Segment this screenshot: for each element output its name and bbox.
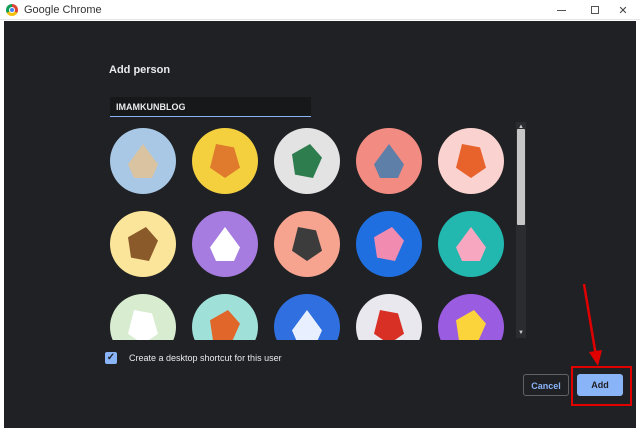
add-button-highlight — [571, 366, 632, 406]
person-name-input[interactable] — [110, 97, 311, 117]
avatar-fox[interactable] — [438, 128, 504, 194]
title-bar: Google Chrome ✕ — [0, 0, 640, 20]
avatar-bird[interactable] — [356, 294, 422, 340]
avatar-cheese[interactable] — [438, 294, 504, 340]
close-button[interactable]: ✕ — [606, 0, 640, 20]
avatar-butterfly[interactable] — [356, 211, 422, 277]
avatar-rabbit[interactable] — [438, 211, 504, 277]
scroll-thumb[interactable] — [517, 129, 525, 225]
window-title: Google Chrome — [24, 4, 102, 16]
close-icon: ✕ — [618, 4, 628, 17]
avatar-grid-scrollbar[interactable]: ▲ ▼ — [516, 122, 526, 338]
avatar-corgi[interactable] — [192, 128, 258, 194]
chrome-logo-icon — [6, 4, 18, 16]
minimize-button[interactable] — [544, 0, 578, 20]
avatar-basketball[interactable] — [192, 294, 258, 340]
scroll-down-icon[interactable]: ▼ — [516, 328, 526, 338]
desktop-shortcut-label: Create a desktop shortcut for this user — [129, 353, 282, 363]
avatar-elephant[interactable] — [356, 128, 422, 194]
pointer-arrow-icon — [582, 283, 602, 366]
avatar-cat[interactable] — [110, 128, 176, 194]
minimize-icon — [556, 9, 566, 11]
desktop-shortcut-checkbox[interactable]: ✓ — [105, 352, 117, 364]
avatar-panda[interactable] — [192, 211, 258, 277]
avatar-monkey[interactable] — [110, 211, 176, 277]
avatar-dragon[interactable] — [274, 128, 340, 194]
avatar-penguin[interactable] — [274, 211, 340, 277]
maximize-icon — [591, 6, 599, 14]
avatar-bike[interactable] — [274, 294, 340, 340]
cancel-button[interactable]: Cancel — [523, 374, 569, 396]
checkmark-icon: ✓ — [106, 352, 116, 363]
avatar-unicorn[interactable] — [110, 294, 176, 340]
avatar-grid — [104, 122, 516, 340]
dialog-heading: Add person — [109, 64, 171, 76]
